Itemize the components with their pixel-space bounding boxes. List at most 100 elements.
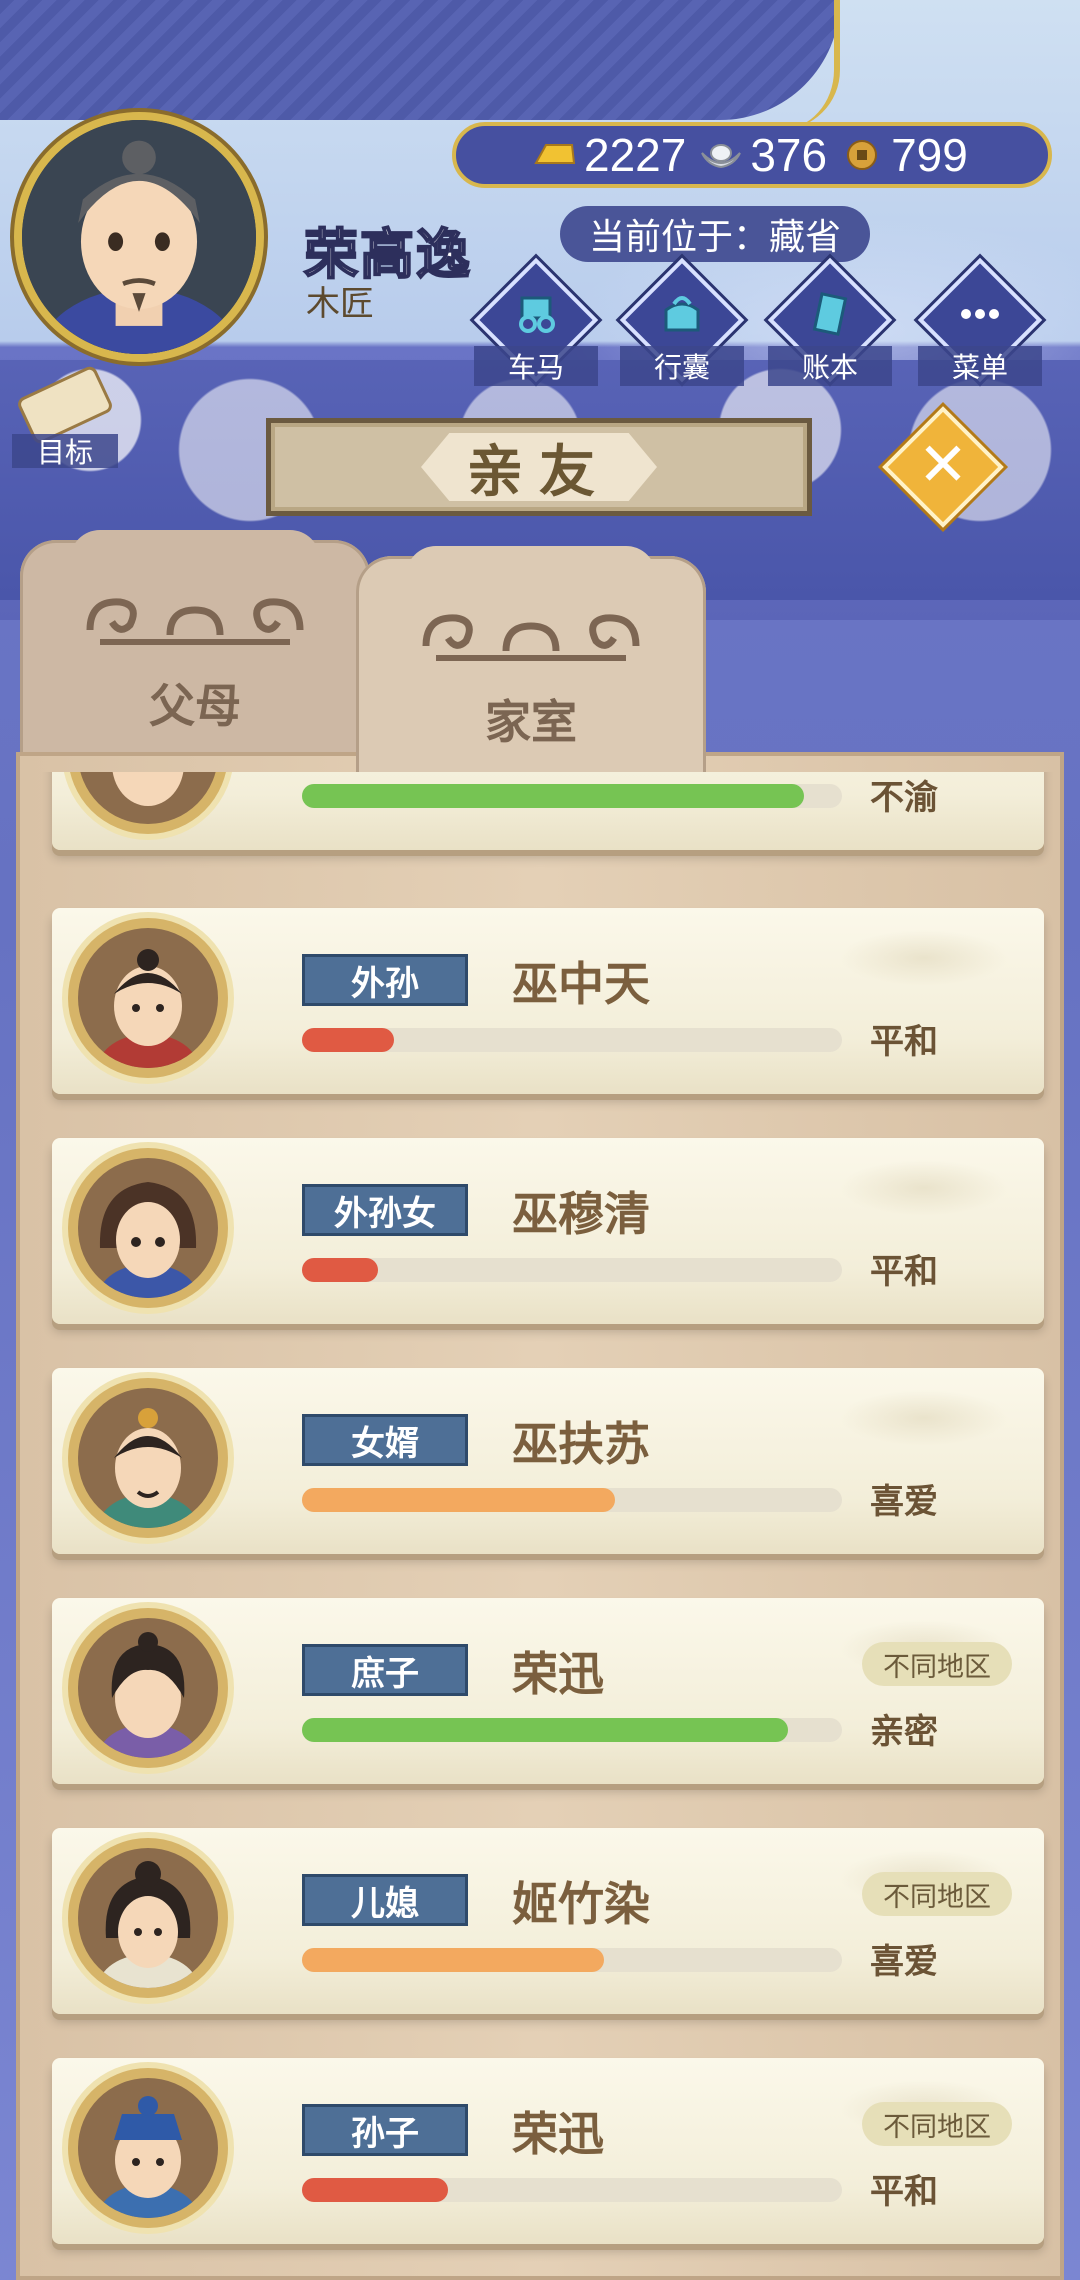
avatar [68,1608,228,1768]
location-label: 当前位于：藏省 [560,206,870,262]
gold-ingot-icon [534,144,576,164]
list-item[interactable]: 女婿 巫扶苏 喜爱 [52,1368,1044,1554]
affinity-fill [302,1948,605,1972]
mood-label: 不渝 [870,778,938,818]
portrait-bg [78,1158,218,1298]
player-avatar[interactable] [14,112,264,362]
list-item[interactable]: 嫡女 荣嫒 不渝 [52,772,1044,850]
cloud-swirl-icon [86,598,304,645]
menu-icon [961,309,999,319]
relation-badge: 外孙 [302,954,468,1006]
avatar [68,2068,228,2228]
gold-currency: 2227 [532,128,686,182]
relative-name: 荣迅 [512,1647,604,1701]
tab-parents-label: 父母 [149,679,241,733]
affinity-fill [302,1028,394,1052]
list-item[interactable]: 外孙女 巫穆清 平和 [52,1138,1044,1324]
list-item[interactable]: 不同地区 儿媳 姬竹染 喜爱 [52,1828,1044,2014]
affinity-fill [302,784,805,808]
relation-badge: 庶子 [302,1644,468,1696]
portrait-bg [78,1618,218,1758]
mood-label: 平和 [870,1252,938,1292]
portrait-bg [78,2078,218,2218]
son-in-law-portrait-icon [98,1408,198,1528]
mood-label: 喜爱 [870,1942,938,1982]
portrait-bg [78,1388,218,1528]
mood-label: 喜爱 [870,1482,938,1522]
title-inner: 亲友 [421,433,657,501]
son-portrait-icon [98,1632,198,1758]
list-item[interactable]: 外孙 巫中天 平和 [52,908,1044,1094]
affinity-fill [302,1488,616,1512]
avatar [68,1378,228,1538]
relatives-list[interactable]: 嫡女 荣嫒 不渝 外孙 巫中天 平和 外孙女 巫穆清 平和 女婿 巫扶苏 喜爱 [16,772,1064,2280]
mood-label: 亲密 [870,1712,938,1752]
copper-coin-icon [847,140,878,170]
nav-ledger-label: 账本 [768,346,892,386]
avatar [68,1148,228,1308]
nav-carriage-label: 车马 [474,346,598,386]
affinity-fill [302,2178,448,2202]
relative-name: 巫穆清 [512,1187,650,1241]
goal-label: 目标 [12,434,118,469]
bag-icon [664,296,700,332]
silver-amount: 376 [750,129,828,181]
daughter-in-law-portrait-icon [98,1861,198,1988]
player-portrait-icon [22,120,256,354]
relative-name: 巫扶苏 [512,1417,650,1471]
relation-badge: 孙子 [302,2104,468,2156]
affinity-bar [302,1258,842,1282]
affinity-bar [302,2178,842,2202]
list-item[interactable]: 不同地区 孙子 荣迅 平和 [52,2058,1044,2244]
grandson-portrait-icon [98,2096,198,2218]
affinity-bar [302,1718,842,1742]
avatar [68,772,228,834]
nav-carriage-button[interactable]: 车马 [473,257,599,392]
portrait-bg [78,1848,218,1988]
currency-bar: 2227 376 799 [452,122,1052,188]
list-item[interactable]: 不同地区 庶子 荣迅 亲密 [52,1598,1044,1784]
pattern-banner [0,0,840,120]
nav-ledger-button[interactable]: 账本 [767,257,893,392]
relative-name: 荣迅 [512,2107,604,2161]
player-occupation: 木匠 [306,284,374,324]
tab-household[interactable]: 家室 [356,546,706,786]
relation-badge: 外孙女 [302,1184,468,1236]
granddaughter-portrait-icon [98,1182,198,1298]
avatar [68,918,228,1078]
daughter-portrait-icon [112,772,184,806]
region-badge: 不同地区 [862,1642,1012,1686]
avatar [68,1838,228,1998]
tab-household-label: 家室 [485,695,577,749]
portrait-bg [78,928,218,1068]
ledger-icon [812,292,848,336]
nav-bag-label: 行囊 [620,346,744,386]
nav-bag-button[interactable]: 行囊 [619,257,745,392]
nav-menu-button[interactable]: 菜单 [917,257,1043,392]
region-badge: 不同地区 [862,2102,1012,2146]
gold-amount: 2227 [584,129,687,181]
goal-button[interactable]: 目标 [12,364,118,470]
mood-label: 平和 [870,2172,938,2212]
relation-badge: 儿媳 [302,1874,468,1926]
tab-parents[interactable]: 父母 [20,530,370,770]
affinity-bar [302,1028,842,1052]
page-title: 亲友 [467,439,611,505]
relation-badge: 女婿 [302,1414,468,1466]
coin-amount: 799 [891,129,968,181]
affinity-fill [302,1258,378,1282]
affinity-bar [302,1948,842,1972]
grandson-portrait-icon [98,949,198,1068]
relative-name: 姬竹染 [512,1877,650,1931]
affinity-bar [302,1488,842,1512]
title-plaque: 亲友 [266,418,812,516]
mood-label: 平和 [870,1022,938,1062]
carriage-icon [519,296,555,333]
close-icon: ✕ [917,430,969,500]
silver-currency: 376 [698,128,827,182]
portrait-bg [78,772,218,824]
coin-currency: 799 [839,128,968,182]
relative-name: 巫中天 [512,957,650,1011]
affinity-fill [302,1718,788,1742]
affinity-bar [302,784,842,808]
